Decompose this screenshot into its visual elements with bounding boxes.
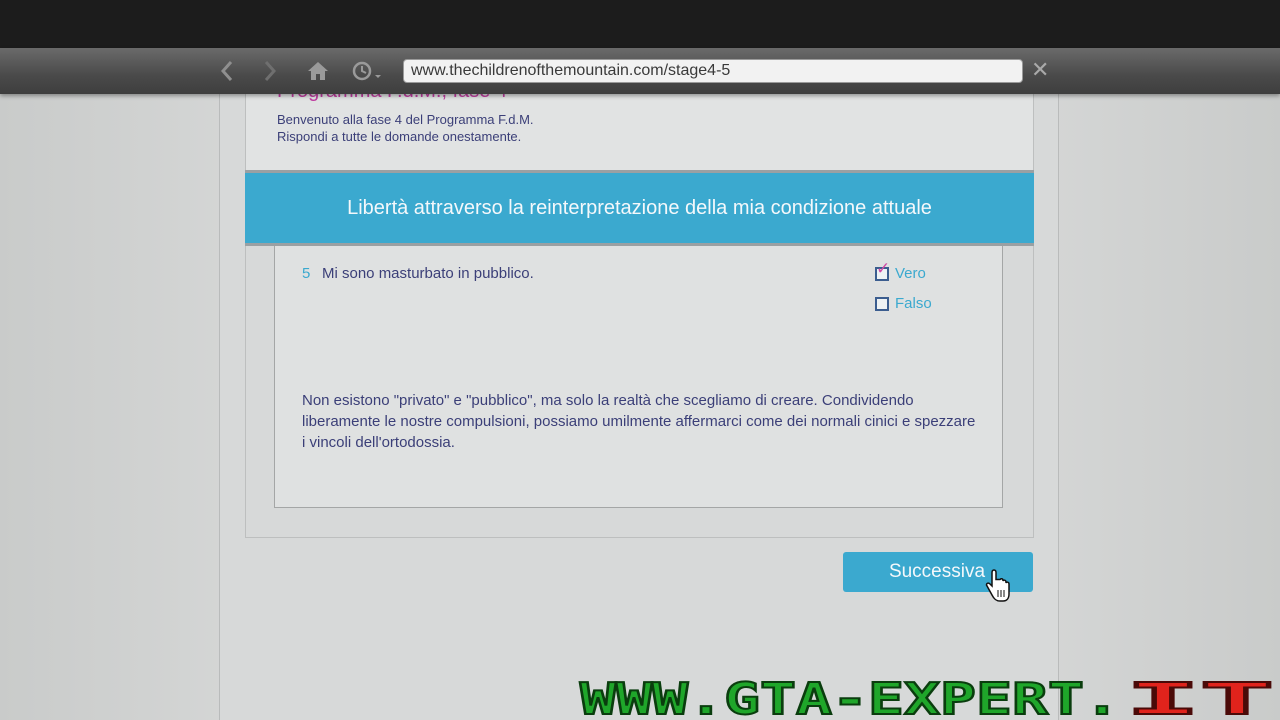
welcome-text: Benvenuto alla fase 4 del Programma F.d.… <box>277 111 534 145</box>
explanation-text: Non esistono "privato" e "pubblico", ma … <box>302 392 976 451</box>
welcome-line-1: Benvenuto alla fase 4 del Programma F.d.… <box>277 112 534 127</box>
window-top-strip <box>0 0 1280 48</box>
question-card <box>274 246 1003 508</box>
welcome-line-2: Rispondi a tutte le domande onestamente. <box>277 129 522 144</box>
hand-cursor-icon <box>985 569 1010 602</box>
back-arrow-icon[interactable] <box>214 58 240 84</box>
watermark-logo: WWW.GTA-EXPERT. IT <box>579 680 1275 720</box>
option-label-vero: Vero <box>895 265 926 282</box>
close-icon[interactable]: ✕ <box>1031 58 1051 82</box>
svg-text:IT: IT <box>1126 680 1274 720</box>
option-label-falso: Falso <box>895 295 932 312</box>
section-banner: Libertà attraverso la reinterpretazione … <box>245 170 1034 246</box>
url-input[interactable] <box>403 59 1023 83</box>
home-icon[interactable] <box>305 58 331 84</box>
checkmark-icon: ✓ <box>876 258 891 278</box>
question-number: 5 <box>302 265 311 282</box>
svg-text:WWW.GTA-EXPERT.: WWW.GTA-EXPERT. <box>580 680 1120 720</box>
option-vero[interactable]: ✓ Vero <box>875 260 926 282</box>
checkbox-falso[interactable] <box>875 296 889 311</box>
checkbox-vero[interactable]: ✓ <box>875 260 890 281</box>
question-text: Mi sono masturbato in pubblico. <box>322 265 534 282</box>
history-clock-icon[interactable] <box>350 58 386 84</box>
forward-arrow-icon[interactable] <box>257 58 283 84</box>
option-falso[interactable]: Falso <box>875 295 932 312</box>
